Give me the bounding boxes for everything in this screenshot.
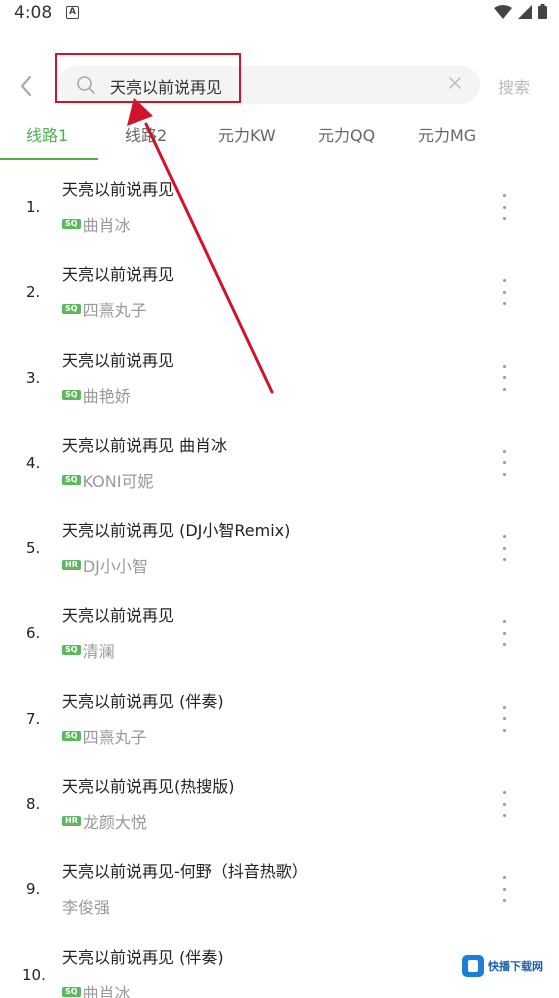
song-meta: SQ 曲肖冰 (62, 212, 131, 236)
quality-badge: HR (62, 816, 81, 827)
song-meta: SQ 曲肖冰 (62, 980, 131, 998)
song-number: 3. (26, 368, 41, 387)
song-artist: 曲肖冰 (82, 216, 131, 235)
song-number: 7. (26, 709, 41, 728)
wifi-icon (494, 4, 512, 19)
song-title: 天亮以前说再见 (62, 180, 175, 199)
more-options-icon[interactable] (498, 535, 510, 562)
song-list: 1. 天亮以前说再见 SQ 曲肖冰 2. 天亮以前说再见 SQ 四熹丸子 3. … (0, 168, 559, 998)
quality-badge: SQ (62, 219, 81, 229)
list-item[interactable]: 2. 天亮以前说再见 SQ 四熹丸子 (0, 253, 559, 338)
song-artist: 李俊强 (62, 898, 111, 918)
song-title: 天亮以前说再见(热搜版) (62, 777, 235, 797)
song-artist: 龙颜大悦 (82, 813, 147, 833)
tab-indicator (0, 158, 98, 160)
song-artist: DJ小小智 (82, 557, 148, 577)
more-options-icon[interactable] (498, 279, 510, 306)
status-time: 4:08 (14, 3, 53, 23)
song-title: 天亮以前说再见 (62, 350, 175, 370)
clear-icon[interactable] (448, 76, 462, 90)
song-title: 天亮以前说再见 曲肖冰 (62, 435, 228, 455)
song-meta: SQ KONI可妮 (62, 468, 153, 492)
back-button[interactable] (12, 72, 40, 100)
list-item[interactable]: 7. 天亮以前说再见 (伴奏) SQ 四熹丸子 (0, 680, 559, 765)
song-title: 天亮以前说再见-何野（抖音热歌） (62, 862, 308, 882)
song-meta: SQ 四熹丸子 (62, 297, 147, 321)
song-artist: 四熹丸子 (82, 301, 147, 321)
more-options-icon[interactable] (498, 876, 510, 903)
song-number: 2. (26, 283, 41, 302)
source-tabs: 线路1 线路2 元力KW 元力QQ 元力MG (0, 118, 559, 162)
more-options-icon[interactable] (498, 791, 510, 818)
song-title: 天亮以前说再见 (62, 265, 175, 285)
more-options-icon[interactable] (498, 620, 510, 647)
list-item[interactable]: 6. 天亮以前说再见 SQ 清澜 (0, 594, 559, 679)
status-bar: 4:08 A (0, 0, 559, 26)
song-number: 6. (26, 624, 41, 643)
watermark-text: 快播下载网 (488, 960, 543, 973)
song-artist: 曲肖冰 (82, 983, 131, 998)
song-title: 天亮以前说再见 (62, 606, 175, 626)
search-button[interactable]: 搜索 (498, 74, 530, 98)
list-item[interactable]: 1. 天亮以前说再见 SQ 曲肖冰 (0, 168, 559, 253)
song-artist: 四熹丸子 (82, 727, 147, 747)
quality-badge: SQ (62, 986, 81, 997)
song-meta: 李俊强 (62, 894, 110, 918)
quality-badge: HR (62, 560, 81, 571)
song-meta: SQ 清澜 (62, 638, 115, 662)
song-meta: HR 龙颜大悦 (62, 809, 147, 833)
quality-badge: SQ (62, 645, 81, 656)
song-meta: HR DJ小小智 (62, 553, 148, 577)
more-options-icon[interactable] (498, 705, 510, 732)
song-number: 1. (26, 198, 41, 216)
song-meta: SQ 四熹丸子 (62, 724, 147, 748)
quality-badge: SQ (62, 389, 81, 400)
song-artist: 清澜 (82, 642, 115, 662)
song-meta: SQ 曲艳娇 (62, 383, 131, 407)
more-options-icon[interactable] (498, 449, 510, 476)
quality-badge: SQ (62, 304, 81, 315)
song-title: 天亮以前说再见 (伴奏) (62, 691, 224, 711)
watermark-icon (462, 955, 484, 977)
watermark-logo: 快播下载网 (462, 952, 550, 980)
quality-badge: SQ (62, 730, 81, 741)
battery-icon (538, 4, 547, 19)
song-number: 10. (22, 965, 46, 984)
list-item[interactable]: 3. 天亮以前说再见 SQ 曲艳娇 (0, 339, 559, 424)
song-number: 8. (26, 795, 41, 814)
status-icons (494, 4, 547, 19)
tab-route-1[interactable]: 线路1 (26, 122, 68, 146)
tab-route-2[interactable]: 线路2 (125, 122, 167, 146)
notification-icon: A (66, 6, 79, 19)
list-item[interactable]: 9. 天亮以前说再见-何野（抖音热歌） 李俊强 (0, 850, 559, 935)
quality-badge: SQ (62, 474, 81, 485)
song-artist: KONI可妮 (82, 471, 154, 491)
song-artist: 曲艳娇 (82, 386, 131, 406)
song-title: 天亮以前说再见 (伴奏) (62, 947, 224, 967)
list-item[interactable]: 4. 天亮以前说再见 曲肖冰 SQ KONI可妮 (0, 424, 559, 509)
list-item[interactable]: 8. 天亮以前说再见(热搜版) HR 龙颜大悦 (0, 765, 559, 850)
song-number: 4. (26, 453, 41, 472)
signal-icon (518, 4, 532, 19)
tab-yuanli-qq[interactable]: 元力QQ (318, 122, 375, 146)
list-item[interactable]: 5. 天亮以前说再见 (DJ小智Remix) HR DJ小小智 (0, 509, 559, 594)
tab-yuanli-kw[interactable]: 元力KW (218, 122, 276, 146)
song-title: 天亮以前说再见 (DJ小智Remix) (62, 521, 291, 541)
annotation-highlight-box (55, 53, 241, 103)
song-number: 9. (26, 880, 41, 899)
tab-yuanli-mg[interactable]: 元力MG (418, 122, 476, 146)
song-number: 5. (26, 539, 41, 558)
more-options-icon[interactable] (498, 194, 510, 220)
chevron-left-icon (20, 75, 32, 97)
more-options-icon[interactable] (498, 364, 510, 391)
